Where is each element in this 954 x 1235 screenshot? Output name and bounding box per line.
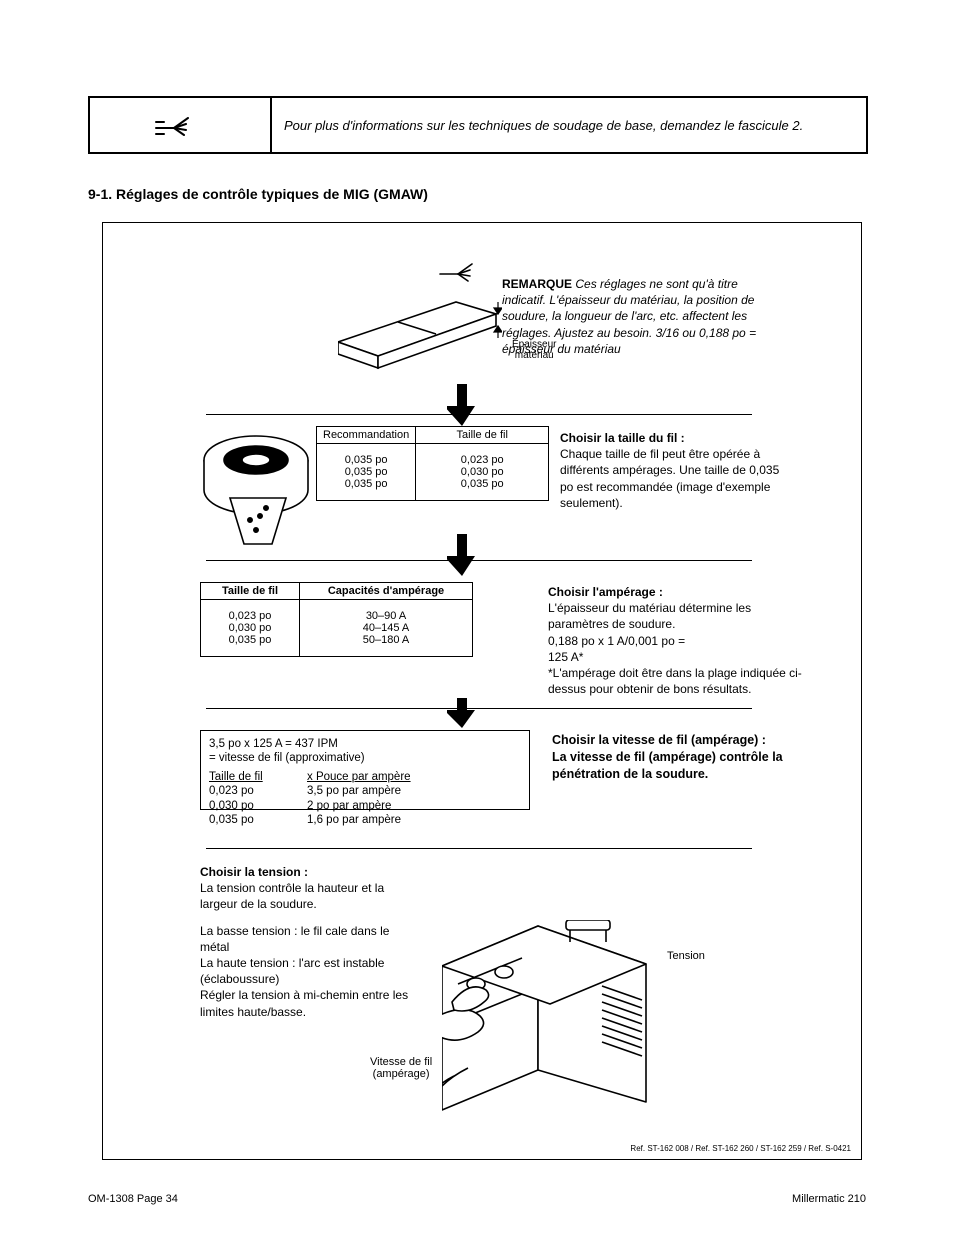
step4-text: Choisir la vitesse de fil (ampérage) : L… [552,732,802,783]
wire-speed-label: Vitesse de fil (ampérage) [370,1056,432,1080]
table-cell: 0,035 po 0,035 po 0,035 po [317,444,416,501]
wire-spool-illustration [200,420,312,553]
divider [206,848,752,849]
divider [206,414,752,415]
manual-page: Pour plus d'informations sur les techniq… [0,0,954,1235]
material-plate-illustration [338,256,502,387]
table-header: Taille de fil [416,427,549,444]
table-header: Recommandation [317,427,416,444]
amperage-table: Taille de fil Capacités d'ampérage 0,023… [200,582,473,657]
wire-speed-box: 3,5 po x 125 A = 437 IPM = vitesse de fi… [200,730,530,810]
thickness-label: Épaisseur matériau [512,340,556,361]
step5-left-text: Choisir la tension : La tension contrôle… [200,864,420,1020]
divider [206,560,752,561]
table-header: Taille de fil [201,583,300,600]
voltage-label: Tension [667,950,705,962]
footer-left: OM-1308 Page 34 [88,1193,178,1205]
divider [206,708,752,709]
section-title: 9-1. Réglages de contrôle typiques de MI… [88,186,428,202]
hint-text: Pour plus d'informations sur les techniq… [272,98,866,152]
footer-right: Millermatic 210 [792,1193,866,1205]
page-footer: OM-1308 Page 34 Millermatic 210 [88,1193,866,1205]
step2-text: Choisir la taille du fil : Chaque taille… [560,430,790,511]
welding-machine-illustration [442,920,652,1125]
table-cell: 0,023 po 0,030 po 0,035 po [416,444,549,501]
reference-codes: Ref. ST-162 008 / Ref. ST-162 260 / ST-1… [630,1144,851,1153]
note-title: REMARQUE [502,277,572,291]
table-header: Capacités d'ampérage [300,583,473,600]
table-cell: 30–90 A 40–145 A 50–180 A [300,600,473,657]
step3-text: Choisir l'ampérage : L'épaisseur du maté… [548,584,808,697]
hint-bar: Pour plus d'informations sur les techniq… [88,96,868,154]
hand-icon [90,98,272,152]
wire-size-table: Recommandation Taille de fil 0,035 po 0,… [316,426,549,501]
table-cell: 0,023 po 0,030 po 0,035 po [201,600,300,657]
